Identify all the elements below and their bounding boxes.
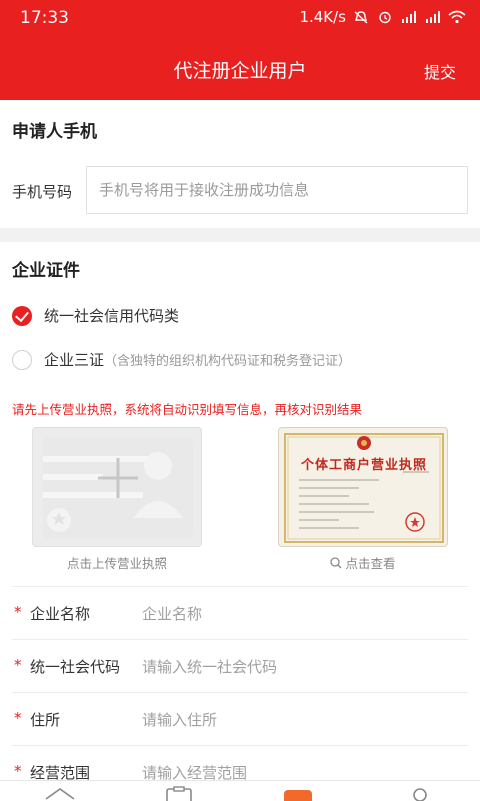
certificate-section-title: 企业证件 — [12, 261, 80, 281]
home-icon[interactable] — [45, 788, 75, 800]
mute-icon — [354, 11, 368, 24]
status-time: 17:33 — [20, 8, 69, 28]
field-company-name[interactable]: * 企业名称 — [12, 586, 468, 640]
phone-label: 手机号码 — [12, 183, 73, 201]
nav-bar: 代注册企业用户 提交 — [0, 36, 480, 100]
field-label: 企业名称 — [30, 605, 91, 623]
form-content[interactable]: 申请人手机 手机号码 企业证件 统一社会信用代码类 企业三证 （含独特的组织机构… — [0, 100, 480, 780]
option-hint: （含独特的组织机构代码证和税务登记证） — [104, 354, 352, 369]
field-credit-code[interactable]: * 统一社会代码 — [12, 639, 468, 693]
credit-code-input[interactable] — [140, 650, 464, 684]
license-placeholder-icon — [43, 438, 193, 538]
option-label: 企业三证 — [44, 351, 105, 369]
page-title: 代注册企业用户 — [173, 60, 307, 82]
network-speed: 1.4K/s — [299, 8, 346, 26]
field-label: 住所 — [30, 711, 61, 729]
required-marker: * — [14, 603, 22, 621]
search-icon — [330, 557, 342, 569]
field-label: 统一社会代码 — [30, 658, 121, 676]
business-scope-input[interactable] — [140, 756, 464, 780]
section-divider — [0, 228, 480, 242]
app-icon[interactable] — [284, 790, 312, 801]
profile-icon[interactable] — [413, 788, 427, 801]
wifi-icon — [448, 10, 466, 24]
company-name-input[interactable] — [140, 597, 464, 631]
address-input[interactable] — [140, 703, 464, 737]
option-label: 统一社会信用代码类 — [44, 307, 180, 325]
status-icons: 1.4K/s — [299, 8, 466, 26]
view-sample-link[interactable]: 点击查看 — [278, 553, 448, 572]
view-caption: 点击查看 — [345, 556, 396, 571]
option-three-certs[interactable]: 企业三证 （含独特的组织机构代码证和税务登记证） — [12, 349, 351, 370]
field-business-scope[interactable]: * 经营范围 — [12, 745, 468, 780]
upload-caption: 点击上传营业执照 — [66, 556, 167, 571]
field-address[interactable]: * 住所 — [12, 692, 468, 746]
alarm-icon — [379, 11, 391, 24]
tab-bar — [0, 780, 480, 801]
upload-notice: 请先上传营业执照，系统将自动识别填写信息，再核对识别结果 — [12, 402, 363, 417]
required-marker: * — [14, 656, 22, 674]
signal-icon — [426, 11, 440, 23]
status-bar: 17:33 1.4K/s — [0, 0, 480, 36]
required-marker: * — [14, 709, 22, 727]
required-marker: * — [14, 762, 22, 780]
signal-icon — [402, 11, 416, 23]
sample-license-title: 个体工商户营业执照 — [300, 458, 427, 473]
sample-license-image[interactable]: 个体工商户营业执照 — [278, 427, 448, 547]
option-credit-code[interactable]: 统一社会信用代码类 — [12, 305, 179, 326]
license-sample-icon — [284, 433, 444, 543]
radio-checked-icon[interactable] — [12, 305, 32, 326]
submit-button[interactable]: 提交 — [424, 59, 456, 83]
field-label: 经营范围 — [30, 764, 91, 780]
upload-license-button[interactable] — [32, 427, 202, 547]
applicant-section-title: 申请人手机 — [12, 122, 97, 142]
phone-input[interactable] — [86, 166, 468, 214]
radio-unchecked-icon[interactable] — [12, 349, 32, 370]
